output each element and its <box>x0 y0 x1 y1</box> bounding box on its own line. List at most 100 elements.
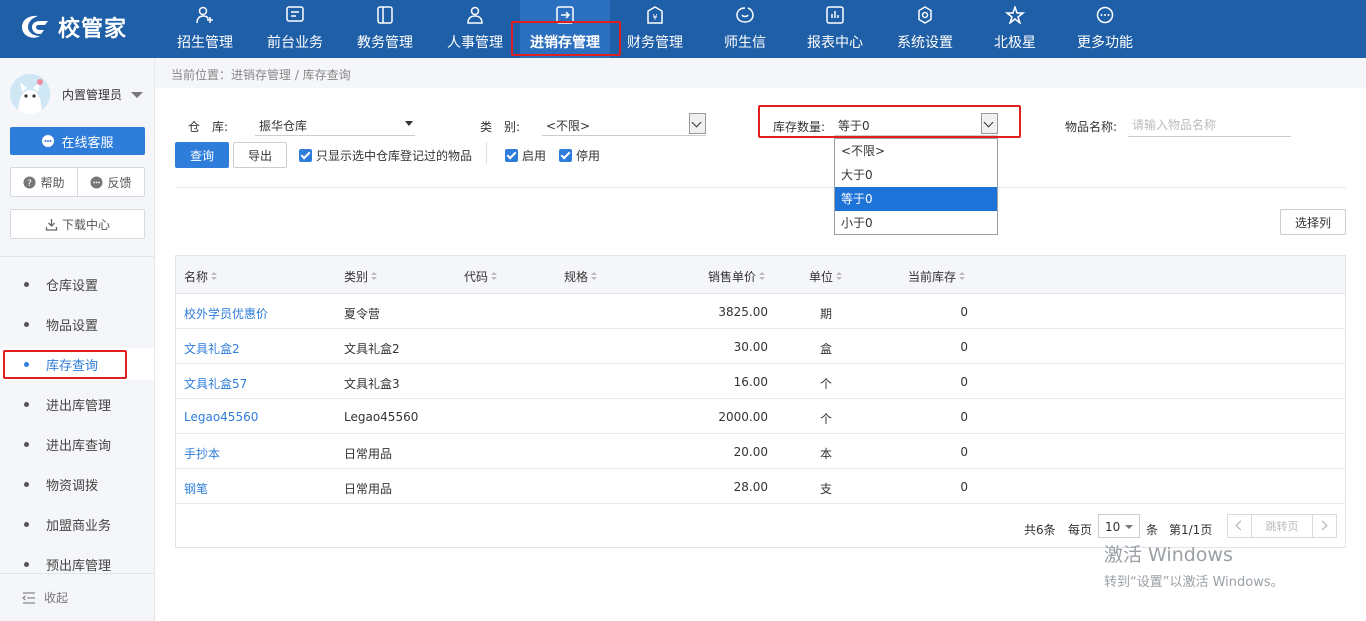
sidebar-item-franchise[interactable]: 加盟商业务 <box>0 508 154 540</box>
nav-reports[interactable]: 报表中心 <box>790 0 880 58</box>
nav-recruitment[interactable]: 招生管理 <box>160 0 250 58</box>
col-header-price[interactable]: 销售单价 <box>708 268 766 285</box>
enabled-checkbox[interactable]: 启用 <box>505 147 546 164</box>
chevron-left-icon[interactable] <box>1228 515 1251 537</box>
cell-name[interactable]: 文具礼盒57 <box>184 375 247 392</box>
dropdown-option[interactable]: 小于0 <box>835 211 997 235</box>
bullet-icon <box>24 481 29 487</box>
sidebar-item-label: 仓库设置 <box>46 278 99 294</box>
nav-settings[interactable]: 系统设置 <box>880 0 970 58</box>
collapse-sidebar-button[interactable]: 收起 <box>0 573 154 621</box>
sidebar-item-label: 物品设置 <box>46 318 99 334</box>
item-name-input[interactable] <box>1128 113 1291 137</box>
cell-name[interactable]: 文具礼盒2 <box>184 340 240 357</box>
col-header-spec[interactable]: 规格 <box>564 268 598 285</box>
cell-unit: 盒 <box>819 342 832 356</box>
cell-unit: 本 <box>819 447 832 461</box>
cell-name[interactable]: 手抄本 <box>184 445 220 462</box>
cell-category: Legao45560 <box>344 410 419 424</box>
col-header-stock[interactable]: 当前库存 <box>908 268 966 285</box>
per-page-label: 每页 <box>1068 523 1093 537</box>
sort-icon <box>491 272 498 281</box>
cell-name[interactable]: Legao45560 <box>184 410 258 424</box>
sidebar-item-in-out-query[interactable]: 进出库查询 <box>0 428 154 460</box>
sort-icon <box>836 272 843 281</box>
yuan-shield-icon: ¥ <box>647 6 663 24</box>
download-center-button[interactable]: 下载中心 <box>10 209 145 239</box>
chevron-right-icon[interactable] <box>1313 515 1336 537</box>
per-page-select[interactable]: 10 <box>1098 514 1140 538</box>
disabled-checkbox[interactable]: 停用 <box>559 147 600 164</box>
logo[interactable]: 校管家 <box>18 12 127 42</box>
sidebar-item-in-out-management[interactable]: 进出库管理 <box>0 388 154 420</box>
bullet-icon <box>24 281 29 287</box>
monitor-icon <box>286 6 304 22</box>
svg-text:?: ? <box>28 179 33 189</box>
cell-price: 20.00 <box>733 445 768 459</box>
col-header-name[interactable]: 名称 <box>184 268 218 285</box>
nav-messages[interactable]: 师生信 <box>700 0 790 58</box>
jump-page-button[interactable]: 跳转页 <box>1251 515 1313 537</box>
category-select[interactable]: <不限> <box>542 112 706 136</box>
warehouse-select[interactable]: 振华仓库 <box>255 112 415 136</box>
cell-price: 16.00 <box>733 375 768 389</box>
chevron-down-icon[interactable] <box>131 92 143 98</box>
chat-bubble-icon <box>736 7 754 23</box>
dropdown-option[interactable]: 大于0 <box>835 163 997 187</box>
user-profile[interactable]: 内置管理员 <box>10 74 150 114</box>
cell-category: 夏令营 <box>344 307 381 321</box>
col-header-label: 代码 <box>464 270 489 284</box>
nav-label: 师生信 <box>724 35 766 51</box>
dropdown-option-selected[interactable]: 等于0 <box>835 187 997 211</box>
nav-polaris[interactable]: 北极星 <box>970 0 1060 58</box>
svg-text:¥: ¥ <box>652 13 657 22</box>
cell-price: 3825.00 <box>718 305 768 319</box>
cell-name[interactable]: 钢笔 <box>184 480 208 497</box>
sidebar-highlight-box <box>3 350 127 379</box>
more-dots-icon <box>1096 6 1114 24</box>
table-row: 文具礼盒2 文具礼盒2 30.00 盒 0 <box>176 329 1345 364</box>
chat-icon <box>42 135 55 147</box>
col-header-code[interactable]: 代码 <box>464 268 498 285</box>
nav-finance[interactable]: ¥ 财务管理 <box>610 0 700 58</box>
chevron-down-icon[interactable] <box>689 113 706 134</box>
dropdown-option[interactable]: <不限> <box>835 139 997 163</box>
cell-unit: 支 <box>819 482 832 496</box>
bullet-icon <box>24 561 29 567</box>
nav-front-desk[interactable]: 前台业务 <box>250 0 340 58</box>
bullet-icon <box>24 521 29 527</box>
stock-qty-dropdown: <不限> 大于0 等于0 小于0 <box>834 138 998 235</box>
export-button[interactable]: 导出 <box>233 142 287 168</box>
bullet-icon <box>24 441 29 447</box>
choose-columns-button[interactable]: 选择列 <box>1280 209 1346 235</box>
nav-label: 前台业务 <box>267 35 323 51</box>
feedback-button[interactable]: 反馈 <box>77 168 144 196</box>
sort-icon <box>591 272 598 281</box>
help-button[interactable]: ? 帮助 <box>11 168 77 196</box>
cat-avatar-icon <box>10 74 50 114</box>
page-nav: 跳转页 <box>1227 514 1337 538</box>
section-divider <box>175 187 1346 188</box>
query-button[interactable]: 查询 <box>175 142 229 168</box>
nav-more[interactable]: 更多功能 <box>1060 0 1150 58</box>
cell-name[interactable]: 校外学员优惠价 <box>184 305 268 322</box>
col-header-label: 当前库存 <box>908 270 957 284</box>
col-header-category[interactable]: 类别 <box>344 268 378 285</box>
page-info: 第1/1页 <box>1169 523 1213 537</box>
cell-category: 文具礼盒2 <box>344 342 400 356</box>
bullet-icon <box>24 321 29 327</box>
nav-highlight-box <box>511 21 621 56</box>
sidebar-item-item-settings[interactable]: 物品设置 <box>0 308 154 340</box>
category-value: <不限> <box>546 119 591 133</box>
cell-price: 2000.00 <box>718 410 768 424</box>
sidebar-item-label: 进出库查询 <box>46 438 112 454</box>
breadcrumb: 当前位置：进销存管理 / 库存查询 <box>171 68 351 82</box>
nav-hr[interactable]: 人事管理 <box>430 0 520 58</box>
sidebar-item-transfer[interactable]: 物资调拨 <box>0 468 154 500</box>
only-registered-checkbox[interactable]: 只显示选中仓库登记过的物品 <box>299 147 472 164</box>
col-header-label: 单位 <box>809 270 834 284</box>
col-header-unit[interactable]: 单位 <box>809 268 843 285</box>
nav-academic[interactable]: 教务管理 <box>340 0 430 58</box>
online-service-button[interactable]: 在线客服 <box>10 127 145 155</box>
sidebar-item-warehouse-settings[interactable]: 仓库设置 <box>0 268 154 300</box>
